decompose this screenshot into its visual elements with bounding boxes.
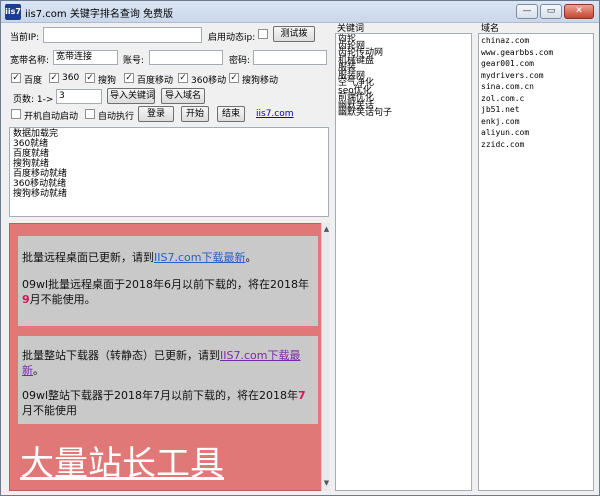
maximize-button[interactable]: ▭ bbox=[540, 4, 562, 19]
ad-text: 月不能使用。 bbox=[29, 293, 96, 306]
start-button[interactable]: 开始 bbox=[181, 106, 209, 122]
domain-item: zzidc.com bbox=[481, 139, 525, 149]
ad-highlight: 9 bbox=[22, 293, 30, 306]
domain-item: zol.com.c bbox=[481, 93, 525, 103]
status-log: 数据加载完 360就绪 百度就绪 搜狗就绪 百度移动就绪 360移动就绪 搜狗移… bbox=[9, 127, 329, 217]
dynamic-ip-label: 启用动态ip: bbox=[208, 33, 256, 43]
ad-notice-detail: 09wl批量远程桌面于2018年6月以前下载的，将在2018年 9月不能使用。 bbox=[22, 277, 314, 307]
ad-text: 09wl整站下载器于2018年7月以前下载的，将在2018年 bbox=[22, 389, 299, 402]
log-line: 百度移动就绪 bbox=[13, 169, 68, 179]
engine-baidu-mobile-checkbox[interactable]: ✓ bbox=[124, 73, 134, 83]
engine-360-checkbox[interactable]: ✓ bbox=[49, 73, 59, 83]
minimize-button[interactable]: — bbox=[516, 4, 538, 19]
ad-notice-remote-desktop: 批量远程桌面已更新，请到IIS7.com下载最新。 09wl批量远程桌面于201… bbox=[18, 236, 318, 326]
domain-item: enkj.com bbox=[481, 116, 520, 126]
engine-baidu-label: 百度 bbox=[24, 76, 43, 86]
stop-button[interactable]: 结束 bbox=[217, 106, 245, 122]
account-label: 账号: bbox=[123, 56, 145, 66]
pages-label: 页数: 1-> bbox=[13, 95, 54, 105]
broadband-label: 宽带名称: bbox=[10, 56, 50, 66]
app-window: iis7 iis7.com 关键字排名查询 免费版 — ▭ ✕ 当前IP: 启用… bbox=[0, 0, 600, 496]
engine-baidu-checkbox[interactable]: ✓ bbox=[11, 73, 21, 83]
keyword-item: 机械键盘 bbox=[338, 55, 375, 66]
import-domains-button[interactable]: 导入域名 bbox=[161, 88, 205, 104]
domains-list[interactable]: chinaz.com www.gearbbs.com gear001.com m… bbox=[478, 33, 594, 491]
scroll-up-icon[interactable]: ▲ bbox=[322, 225, 331, 234]
ad-text: 月不能使用 bbox=[22, 404, 77, 417]
ad-text: 。 bbox=[245, 251, 257, 264]
autorun-checkbox[interactable] bbox=[85, 109, 95, 119]
ad-download-link[interactable]: IIS7.com下载最新 bbox=[154, 251, 245, 264]
domain-item: gear001.com bbox=[481, 59, 534, 68]
log-line: 搜狗就绪 bbox=[13, 159, 50, 169]
log-line: 360移动就绪 bbox=[13, 179, 67, 189]
engine-360-label: 360 bbox=[62, 73, 80, 83]
engine-sogou-checkbox[interactable]: ✓ bbox=[85, 73, 95, 83]
engine-sogou-mobile-label: 搜狗移动 bbox=[242, 76, 279, 86]
ad-notice-headline: 批量整站下载器（转静态）已更新，请到IIS7.com下载最新。 bbox=[22, 348, 314, 378]
ad-notice-headline: 批量远程桌面已更新，请到IIS7.com下载最新。 bbox=[22, 250, 314, 265]
ad-text: 。 bbox=[33, 364, 44, 377]
password-label: 密码: bbox=[229, 56, 251, 66]
domain-item: chinaz.com bbox=[481, 36, 530, 45]
current-ip-label: 当前IP: bbox=[10, 33, 40, 43]
log-line: 数据加载完 bbox=[13, 129, 59, 139]
domain-item: sina.com.cn bbox=[481, 82, 534, 91]
import-keywords-button[interactable]: 导入关键词 bbox=[107, 88, 155, 104]
autorun-label: 自动执行 bbox=[98, 112, 135, 122]
log-line: 百度就绪 bbox=[13, 149, 50, 159]
domain-item: www.gearbbs.com bbox=[481, 47, 554, 57]
ad-scrollbar[interactable]: ▲ ▼ bbox=[321, 223, 330, 491]
dynamic-ip-checkbox[interactable] bbox=[258, 29, 268, 39]
engine-360-mobile-checkbox[interactable]: ✓ bbox=[178, 73, 188, 83]
pages-field[interactable]: 3 bbox=[56, 89, 102, 104]
scroll-down-icon[interactable]: ▼ bbox=[322, 479, 331, 488]
ad-banner-title[interactable]: 大量站长工具 bbox=[20, 436, 224, 485]
test-dialup-button[interactable]: 测试拨 bbox=[273, 26, 315, 42]
close-button[interactable]: ✕ bbox=[564, 4, 594, 19]
autostart-label: 开机自动启动 bbox=[24, 112, 79, 122]
password-field[interactable] bbox=[253, 50, 327, 65]
app-logo-icon: iis7 bbox=[5, 4, 21, 20]
ad-text: 批量远程桌面已更新，请到 bbox=[22, 251, 154, 264]
engine-360-mobile-label: 360移动 bbox=[191, 76, 227, 86]
window-title: iis7.com 关键字排名查询 免费版 bbox=[25, 9, 174, 20]
current-ip-field[interactable] bbox=[43, 27, 202, 43]
domain-item: mydrivers.com bbox=[481, 70, 544, 80]
ad-highlight: 7 bbox=[298, 389, 306, 402]
autostart-checkbox[interactable] bbox=[11, 109, 21, 119]
log-line: 360就绪 bbox=[13, 139, 49, 149]
engine-sogou-label: 搜狗 bbox=[98, 76, 117, 86]
ad-text: 09wl批量远程桌面于2018年6月以前下载的，将在2018年 bbox=[22, 278, 310, 291]
title-bar: iis7 iis7.com 关键字排名查询 免费版 — ▭ ✕ bbox=[1, 1, 599, 23]
login-button[interactable]: 登录 bbox=[138, 106, 174, 122]
site-link[interactable]: iis7.com bbox=[256, 109, 294, 119]
engine-sogou-mobile-checkbox[interactable]: ✓ bbox=[229, 73, 239, 83]
account-field[interactable] bbox=[149, 50, 223, 65]
engine-baidu-mobile-label: 百度移动 bbox=[137, 76, 174, 86]
keywords-list[interactable]: 齿轮 齿轮网 齿轮传动网 机械键盘 服装 服装网 空气净化 seo优化 前端优化… bbox=[335, 33, 472, 491]
broadband-field[interactable]: 宽带连接 bbox=[53, 50, 118, 65]
domain-item: jb51.net bbox=[481, 105, 520, 114]
ad-panel: 批量远程桌面已更新，请到IIS7.com下载最新。 09wl批量远程桌面于201… bbox=[9, 223, 329, 491]
ad-text: 批量整站下载器（转静态）已更新，请到 bbox=[22, 349, 220, 362]
log-line: 搜狗移动就绪 bbox=[13, 189, 68, 199]
ad-notice-detail: 09wl整站下载器于2018年7月以前下载的，将在2018年7 月不能使用 bbox=[22, 388, 314, 418]
keyword-item: 幽默笑话句子 bbox=[338, 108, 393, 118]
domain-item: aliyun.com bbox=[481, 128, 530, 137]
ad-notice-site-downloader: 批量整站下载器（转静态）已更新，请到IIS7.com下载最新。 09wl整站下载… bbox=[18, 336, 318, 424]
